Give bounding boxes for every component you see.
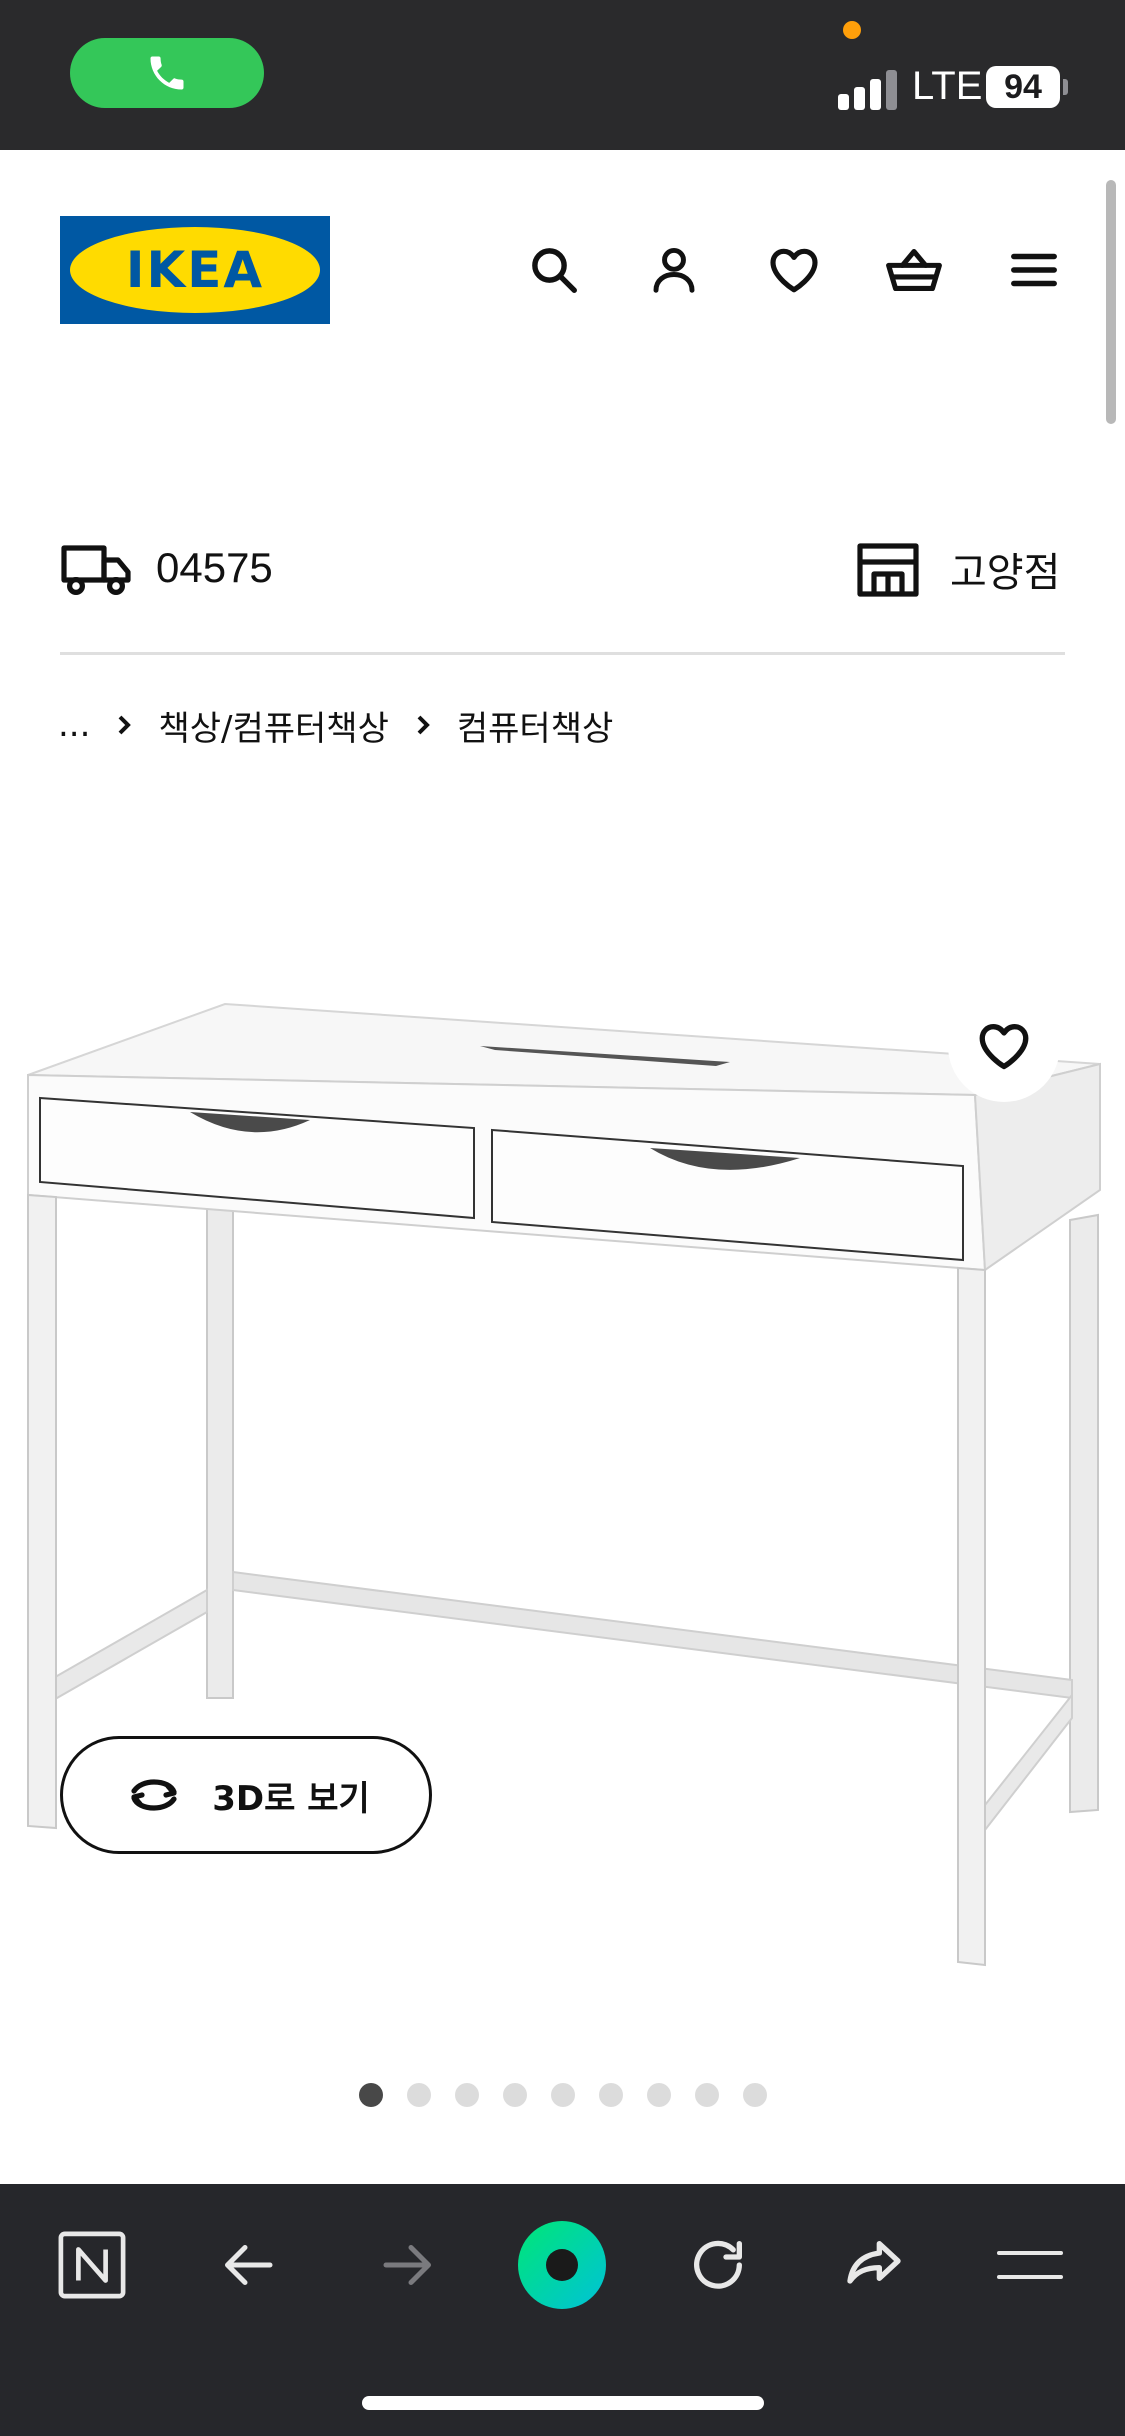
add-to-wishlist-button[interactable]: [948, 990, 1060, 1102]
ikea-logo[interactable]: IKEA: [60, 216, 330, 324]
back-button[interactable]: [205, 2220, 295, 2310]
menu-button[interactable]: [1002, 238, 1066, 302]
page-scrollbar[interactable]: [1106, 180, 1116, 424]
breadcrumb-item[interactable]: 책상/컴퓨터책상: [158, 701, 388, 750]
view-3d-label: 3D로 보기: [212, 1778, 370, 1819]
cart-button[interactable]: [882, 238, 946, 302]
view-3d-button[interactable]: 3D로 보기: [60, 1736, 432, 1854]
search-button[interactable]: [522, 238, 586, 302]
cart-icon: [886, 249, 942, 291]
back-arrow-icon: [225, 2245, 273, 2285]
logo-text: IKEA: [125, 241, 265, 299]
search-icon: [532, 248, 577, 293]
green-dot-button[interactable]: [517, 2220, 607, 2310]
recording-dot: [843, 21, 861, 39]
carousel-dot[interactable]: [695, 2083, 719, 2107]
phone-icon: [150, 56, 184, 90]
breadcrumb-item-current[interactable]: 컴퓨터책상: [457, 701, 613, 750]
heart-icon: [770, 248, 818, 293]
carousel-dots: [359, 2083, 767, 2107]
breadcrumb-ellipsis[interactable]: ...: [58, 705, 90, 745]
account-icon: [653, 247, 695, 293]
store-name[interactable]: 고양점: [950, 540, 1060, 598]
reload-icon: [694, 2240, 742, 2289]
postal-code[interactable]: 04575: [156, 544, 273, 592]
naver-home-button[interactable]: [47, 2220, 137, 2310]
breadcrumb: ... 책상/컴퓨터책상 컴퓨터책상: [58, 700, 613, 750]
rotate-3d-icon: [131, 1779, 177, 1811]
browser-menu-button[interactable]: [985, 2220, 1075, 2310]
store-icon: [857, 543, 919, 597]
heart-icon: [979, 1024, 1029, 1070]
carousel-dot[interactable]: [551, 2083, 575, 2107]
carousel-dot[interactable]: [407, 2083, 431, 2107]
carousel-dot[interactable]: [503, 2083, 527, 2107]
home-ring-icon: [518, 2221, 606, 2309]
share-icon: [847, 2241, 901, 2284]
logo-oval: IKEA: [70, 227, 320, 313]
naver-n-icon: [58, 2231, 126, 2299]
carousel-dot[interactable]: [647, 2083, 671, 2107]
network-type: LTE: [912, 64, 983, 108]
menu-lines-icon: [997, 2251, 1063, 2279]
home-indicator[interactable]: [362, 2396, 764, 2410]
menu-icon: [1011, 253, 1057, 287]
cellular-signal-icon: [838, 68, 898, 110]
wishlist-button[interactable]: [762, 238, 826, 302]
status-bar: LTE 94: [0, 0, 1125, 150]
call-indicator[interactable]: [70, 38, 264, 108]
divider: [60, 652, 1065, 655]
carousel-dot[interactable]: [599, 2083, 623, 2107]
truck-icon: [61, 545, 131, 595]
chevron-right-icon: [114, 713, 134, 737]
carousel-dot[interactable]: [743, 2083, 767, 2107]
account-button[interactable]: [642, 238, 706, 302]
chevron-right-icon: [413, 713, 433, 737]
share-button[interactable]: [829, 2220, 919, 2310]
forward-arrow-icon: [383, 2245, 431, 2285]
carousel-dot[interactable]: [455, 2083, 479, 2107]
battery-tip: [1063, 79, 1068, 95]
reload-button[interactable]: [673, 2220, 763, 2310]
forward-button[interactable]: [361, 2220, 451, 2310]
carousel-dot-active[interactable]: [359, 2083, 383, 2107]
battery-level: 94: [986, 66, 1060, 108]
